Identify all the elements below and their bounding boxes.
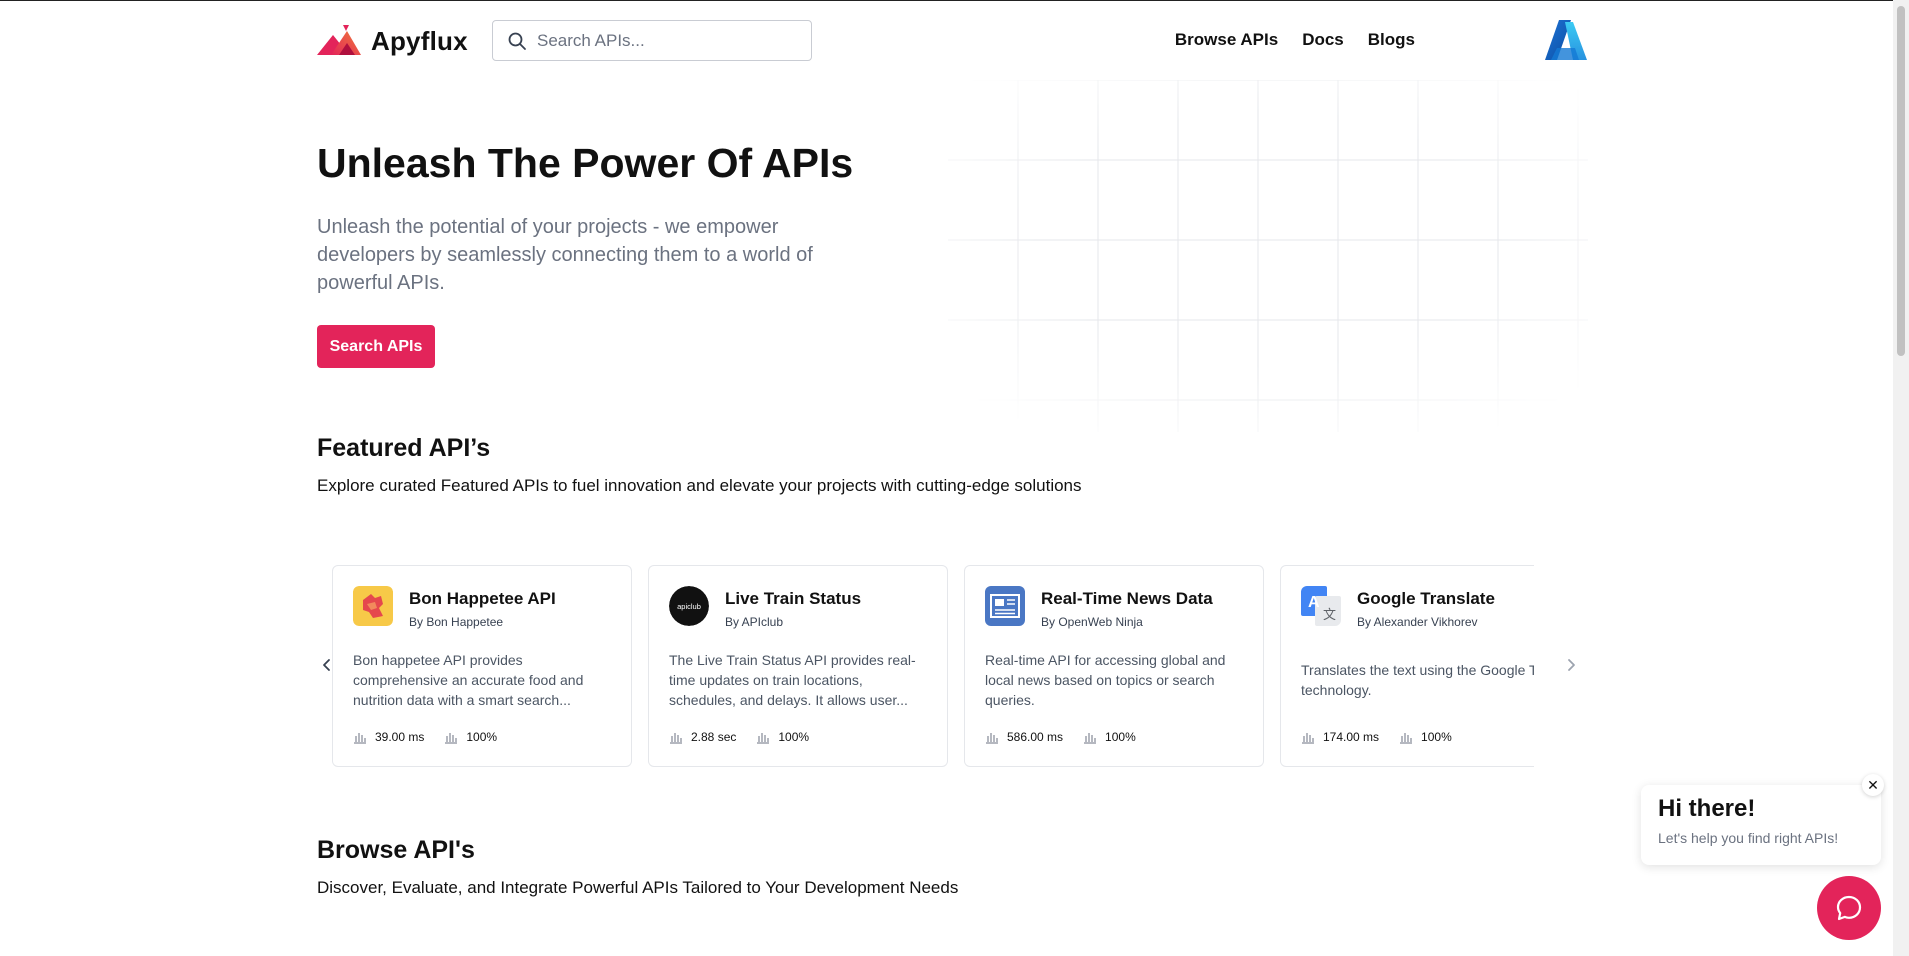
latency-stat: 2.88 sec xyxy=(669,730,736,744)
card-title: Live Train Status xyxy=(725,589,862,608)
nav-docs[interactable]: Docs xyxy=(1302,30,1344,50)
api-card[interactable]: Bon Happetee API By Bon Happetee Bon hap… xyxy=(332,565,632,767)
api-card[interactable]: apiclub Live Train Status By APIclub The… xyxy=(648,565,948,767)
latency-icon xyxy=(354,733,366,744)
translate-icon: A 文 xyxy=(1301,586,1341,626)
svg-text:A: A xyxy=(1308,594,1320,611)
browse-description: Discover, Evaluate, and Integrate Powerf… xyxy=(317,878,959,897)
card-description: Bon happetee API provides comprehensive … xyxy=(353,652,584,708)
search-icon xyxy=(508,32,526,50)
api-card[interactable]: A 文 Google Translate By Alexander Vikhor… xyxy=(1280,565,1534,767)
card-title: Google Translate xyxy=(1357,589,1495,608)
uptime-stat: 100% xyxy=(756,730,809,744)
chat-title: Hi there! xyxy=(1658,795,1756,822)
latency-value: 586.00 ms xyxy=(1007,730,1064,744)
latency-icon xyxy=(1302,733,1314,744)
uptime-value: 100% xyxy=(1421,730,1452,744)
uptime-icon xyxy=(757,733,770,744)
uptime-value: 100% xyxy=(466,730,498,744)
card-author: By OpenWeb Ninja xyxy=(1041,615,1143,629)
uptime-stat: 100% xyxy=(444,730,497,744)
uptime-stat: 100% xyxy=(1399,730,1452,744)
latency-value: 174.00 ms xyxy=(1323,730,1380,744)
apiclub-logo-icon: apiclub xyxy=(669,586,709,626)
hero-title: Unleash The Power Of APIs xyxy=(317,140,854,186)
apyflux-logo-icon xyxy=(317,25,361,55)
browse-title: Browse API's xyxy=(317,836,475,864)
scrollbar-thumb[interactable] xyxy=(1897,6,1905,356)
uptime-value: 100% xyxy=(1105,730,1136,744)
nav-browse-apis[interactable]: Browse APIs xyxy=(1175,30,1278,50)
search-bar[interactable] xyxy=(492,20,812,61)
card-author: By Bon Happetee xyxy=(409,615,504,629)
latency-stat: 586.00 ms xyxy=(985,730,1063,744)
api-card[interactable]: Real-Time News Data By OpenWeb Ninja Rea… xyxy=(964,565,1264,767)
featured-description: Explore curated Featured APIs to fuel in… xyxy=(317,476,1082,495)
carousel-next-arrow-icon[interactable] xyxy=(1562,656,1580,674)
card-author: By APIclub xyxy=(725,615,784,629)
page-scrollbar[interactable] xyxy=(1893,0,1909,956)
card-author: By Alexander Vikhorev xyxy=(1357,615,1478,629)
svg-text:文: 文 xyxy=(1323,608,1336,623)
hero-subtitle: Unleash the potential of your projects -… xyxy=(317,216,813,294)
latency-stat: 174.00 ms xyxy=(1301,730,1379,744)
logo-text: Apyflux xyxy=(371,25,468,56)
newspaper-icon xyxy=(985,586,1025,626)
azure-logo-icon[interactable] xyxy=(1545,20,1587,60)
main-nav: Browse APIs Docs Blogs xyxy=(1175,30,1415,50)
logo[interactable]: Apyflux xyxy=(317,25,468,57)
card-stats: 2.88 sec 100% xyxy=(669,730,829,744)
latency-value: 2.88 sec xyxy=(691,730,737,744)
latency-stat: 39.00 ms xyxy=(353,730,424,744)
nav-blogs[interactable]: Blogs xyxy=(1368,30,1415,50)
card-description: The Live Train Status API provides real-… xyxy=(669,652,916,708)
latency-value: 39.00 ms xyxy=(375,730,425,744)
uptime-icon xyxy=(1400,733,1413,744)
card-stats: 174.00 ms 100% xyxy=(1301,730,1472,744)
card-stats: 586.00 ms 100% xyxy=(985,730,1156,744)
apiclub-logo-text: apiclub xyxy=(677,602,701,611)
uptime-value: 100% xyxy=(778,730,810,744)
featured-carousel: Bon Happetee API By Bon Happetee Bon hap… xyxy=(332,565,1534,767)
uptime-stat: 100% xyxy=(1083,730,1136,744)
card-title: Real-Time News Data xyxy=(1041,589,1213,608)
uptime-icon xyxy=(445,733,458,744)
featured-title: Featured API’s xyxy=(317,434,491,462)
card-description: Translates the text using the Google Tra… xyxy=(1301,662,1534,698)
card-title: Bon Happetee API xyxy=(409,589,556,608)
close-icon: ✕ xyxy=(1867,776,1879,793)
chat-launcher-button[interactable] xyxy=(1817,876,1881,940)
header: Apyflux Browse APIs Docs Blogs xyxy=(0,1,1909,79)
latency-icon xyxy=(670,733,682,744)
card-stats: 39.00 ms 100% xyxy=(353,730,517,744)
chat-close-button[interactable]: ✕ xyxy=(1862,774,1884,796)
search-apis-button[interactable]: Search APIs xyxy=(317,325,435,368)
chat-greeting-popup[interactable]: Hi there! Let's help you find right APIs… xyxy=(1641,785,1881,865)
chat-subtitle: Let's help you find right APIs! xyxy=(1658,830,1839,846)
hero-grid-background xyxy=(948,80,1588,432)
uptime-icon xyxy=(1084,733,1097,744)
chat-bubble-icon xyxy=(1836,895,1862,921)
bon-happetee-logo-icon xyxy=(353,586,393,626)
search-input[interactable] xyxy=(537,30,797,51)
card-description: Real-time API for accessing global and l… xyxy=(985,652,1226,708)
latency-icon xyxy=(986,733,998,744)
